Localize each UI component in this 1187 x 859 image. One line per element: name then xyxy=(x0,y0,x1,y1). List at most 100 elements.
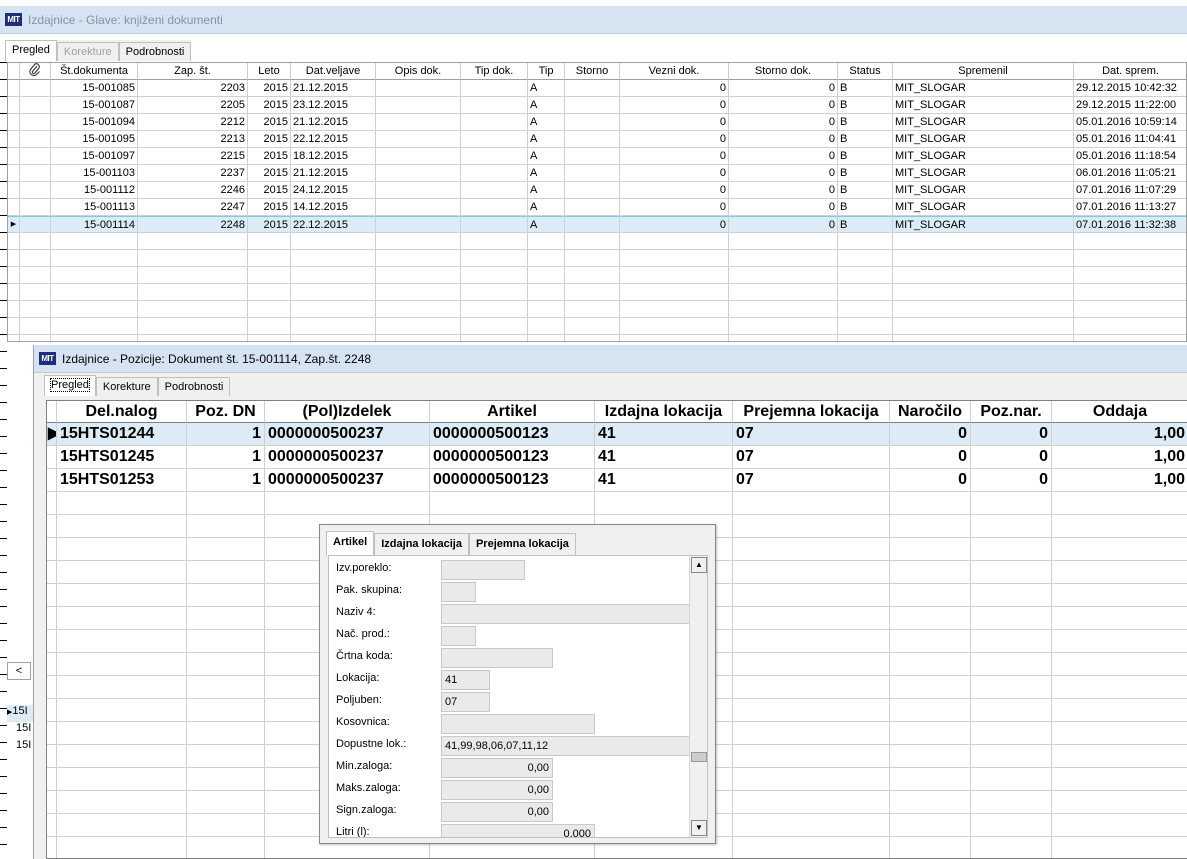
row-indicator xyxy=(47,837,57,858)
column-header[interactable]: Izdajna lokacija xyxy=(595,401,733,423)
tab-podrobnosti[interactable]: Podrobnosti xyxy=(118,42,192,61)
table-cell xyxy=(51,318,138,335)
field-value[interactable]: 07 xyxy=(441,692,490,712)
table-row[interactable] xyxy=(8,284,1186,301)
table-cell xyxy=(729,233,838,250)
table-cell xyxy=(138,250,248,267)
tab-artikel[interactable]: Artikel xyxy=(326,531,375,556)
field-label: Maks.zaloga: xyxy=(336,782,401,794)
table-row[interactable]: ▶ 15-001114 2248 2015 22.12.2015 A 0 0 B MIT_SLOG… xyxy=(8,216,1186,233)
table-row[interactable]: 15-001087 2205 2015 23.12.2015 A 0 0 B MIT_SLOGA… xyxy=(8,97,1186,114)
scroll-up-icon[interactable]: ▲ xyxy=(691,557,707,573)
table-cell: B xyxy=(838,216,893,233)
table-cell xyxy=(893,267,1074,284)
documents-grid[interactable]: Št.dokumenta Zap. št. Leto Dat.veljave Opis … xyxy=(7,62,1187,342)
column-header[interactable]: Naročilo xyxy=(890,401,971,423)
tab-podrobnosti[interactable]: Podrobnosti xyxy=(157,377,231,396)
window2-titlebar[interactable]: MIT Izdajnice - Pozicije: Dokument št. 1… xyxy=(34,345,1187,373)
field-row: Sign.zaloga: 0,00 xyxy=(329,800,691,822)
table-cell: 21.12.2015 xyxy=(291,114,376,131)
column-header[interactable]: Artikel xyxy=(430,401,595,423)
field-value[interactable]: 0,00 xyxy=(441,758,553,778)
column-header[interactable]: Tip dok. xyxy=(461,63,528,80)
table-cell xyxy=(461,233,528,250)
popup-scrollbar[interactable]: ▲ ▼ xyxy=(689,556,707,837)
column-header[interactable]: Tip xyxy=(528,63,565,80)
table-row[interactable]: 15-001085 2203 2015 21.12.2015 A 0 0 B MIT_SLOGA… xyxy=(8,80,1186,97)
column-header[interactable]: Opis dok. xyxy=(376,63,461,80)
field-row: Pak. skupina: xyxy=(329,580,691,602)
tab-korekture[interactable]: Korekture xyxy=(95,377,158,396)
field-value[interactable] xyxy=(441,626,476,646)
column-header[interactable]: Leto xyxy=(248,63,291,80)
table-cell xyxy=(893,233,1074,250)
table-cell: 41 xyxy=(595,469,733,492)
tab-pregled[interactable]: Pregled xyxy=(44,375,96,396)
window1-titlebar[interactable]: MIT Izdajnice - Glave: knjiženi dokument… xyxy=(0,6,1187,34)
field-value[interactable]: 41,99,98,06,07,11,12 xyxy=(441,736,691,756)
table-row[interactable]: 15-001094 2212 2015 21.12.2015 A 0 0 B MIT_SLOGA… xyxy=(8,114,1186,131)
column-header[interactable]: Spremenil xyxy=(893,63,1074,80)
column-header[interactable]: Št.dokumenta xyxy=(51,63,138,80)
field-value[interactable]: 0,00 xyxy=(441,802,553,822)
row-indicator xyxy=(47,722,57,745)
field-value[interactable] xyxy=(441,714,595,734)
tab-korekture[interactable]: Korekture xyxy=(56,42,119,61)
table-row[interactable]: 15-001113 2247 2015 14.12.2015 A 0 0 B MIT_SLOGA… xyxy=(8,199,1186,216)
column-header[interactable]: Vezni dok. xyxy=(620,63,729,80)
column-header[interactable]: (Pol)Izdelek xyxy=(265,401,430,423)
table-cell: 29.12.2015 10:42:32 xyxy=(1074,80,1186,97)
table-cell xyxy=(838,267,893,284)
column-header[interactable]: Poz.nar. xyxy=(971,401,1052,423)
scroll-left-button[interactable]: < xyxy=(7,662,31,680)
table-row[interactable] xyxy=(47,492,1187,515)
table-cell: B xyxy=(838,148,893,165)
table-cell xyxy=(461,335,528,341)
table-cell xyxy=(138,267,248,284)
scroll-down-icon[interactable]: ▼ xyxy=(691,820,707,836)
field-value[interactable]: 0,000 xyxy=(441,824,595,837)
table-cell xyxy=(971,768,1052,791)
table-cell xyxy=(57,768,187,791)
paperclip-icon[interactable] xyxy=(20,63,51,80)
tab-izdajna-lokacija[interactable]: Izdajna lokacija xyxy=(374,533,469,555)
field-value[interactable]: 41 xyxy=(441,670,490,690)
table-row[interactable] xyxy=(8,318,1186,335)
table-row[interactable]: 15-001097 2215 2015 18.12.2015 A 0 0 B MIT_SLOGA… xyxy=(8,148,1186,165)
table-row[interactable]: ▶15HTS0124410000000500237000000050012341… xyxy=(47,423,1187,446)
column-header[interactable]: Status xyxy=(838,63,893,80)
table-cell xyxy=(57,630,187,653)
table-row[interactable] xyxy=(8,301,1186,318)
field-value[interactable] xyxy=(441,648,553,668)
column-header[interactable]: Zap. št. xyxy=(138,63,248,80)
column-header[interactable]: Dat. sprem. xyxy=(1074,63,1186,80)
column-header[interactable]: Storno dok. xyxy=(729,63,838,80)
tab-pregled[interactable]: Pregled xyxy=(5,40,57,61)
column-header[interactable]: Del.nalog xyxy=(57,401,187,423)
table-row[interactable]: 15-001112 2246 2015 24.12.2015 A 0 0 B MIT_SLOGA… xyxy=(8,182,1186,199)
column-header[interactable]: Oddaja xyxy=(1052,401,1187,423)
scroll-thumb[interactable] xyxy=(691,752,707,762)
column-header[interactable]: Poz. DN xyxy=(187,401,265,423)
column-header[interactable]: Dat.veljave xyxy=(291,63,376,80)
tab-prejemna-lokacija[interactable]: Prejemna lokacija xyxy=(468,533,576,555)
attach-cell xyxy=(20,301,51,318)
table-cell xyxy=(733,745,890,768)
table-row[interactable] xyxy=(8,250,1186,267)
table-row[interactable] xyxy=(8,233,1186,250)
table-row[interactable]: 15HTS01245 1 0000000500237 0000000500123 41 0… xyxy=(47,446,1187,469)
table-cell: 0 xyxy=(890,469,971,492)
field-value[interactable] xyxy=(441,582,476,602)
table-row[interactable] xyxy=(8,267,1186,284)
column-header[interactable]: Storno xyxy=(565,63,620,80)
field-value[interactable]: 0,00 xyxy=(441,780,553,800)
column-header[interactable]: Prejemna lokacija xyxy=(733,401,890,423)
table-row[interactable]: 15HTS01253 1 0000000500237 0000000500123 41 0… xyxy=(47,469,1187,492)
table-row[interactable]: 15-001095 2213 2015 22.12.2015 A 0 0 B MIT_SLOGA… xyxy=(8,131,1186,148)
table-cell xyxy=(461,216,528,233)
table-row[interactable]: 15-001103 2237 2015 21.12.2015 A 0 0 B MIT_SLOGA… xyxy=(8,165,1186,182)
table-row[interactable] xyxy=(8,335,1186,341)
table-cell xyxy=(461,267,528,284)
field-value[interactable] xyxy=(441,604,691,624)
field-value[interactable] xyxy=(441,560,525,580)
